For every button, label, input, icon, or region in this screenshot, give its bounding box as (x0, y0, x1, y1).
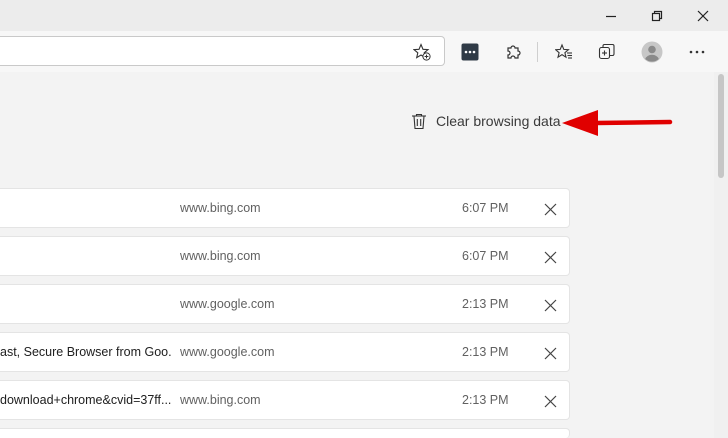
minimize-icon (606, 15, 616, 17)
favorite-add-icon (413, 42, 431, 61)
profile-button[interactable] (635, 31, 669, 72)
history-row[interactable]: download+chrome&cvid=37ff... www.bing.co… (0, 380, 570, 420)
close-icon (544, 251, 556, 263)
history-row-partial[interactable] (0, 428, 570, 438)
history-row-time: 6:07 PM (462, 249, 509, 263)
extensions-puzzle-icon (507, 44, 521, 59)
history-row-title[interactable]: download+chrome&cvid=37ff... (0, 381, 172, 419)
extension-badge-icon (461, 43, 479, 60)
close-icon (697, 10, 709, 21)
history-row-domain: www.google.com (180, 297, 275, 311)
minimize-button[interactable] (588, 0, 634, 31)
scrollbar-thumb[interactable] (718, 74, 724, 178)
history-row-time: 2:13 PM (462, 393, 509, 407)
vertical-scrollbar[interactable] (714, 72, 728, 438)
history-row-domain: www.bing.com (180, 393, 261, 407)
history-row[interactable]: www.bing.com 6:07 PM (0, 188, 570, 228)
more-options-icon (689, 50, 705, 53)
close-window-button[interactable] (680, 0, 726, 31)
toolbar-divider (537, 42, 538, 62)
browser-toolbar (0, 31, 728, 73)
history-row-time: 2:13 PM (462, 345, 509, 359)
history-row-domain: www.google.com (180, 345, 275, 359)
address-bar[interactable] (0, 36, 445, 66)
delete-row-button[interactable] (540, 247, 560, 267)
add-favorite-button[interactable] (405, 31, 439, 72)
extension-badge-button[interactable] (453, 31, 487, 72)
history-row-title[interactable] (0, 285, 172, 323)
title-bar (0, 0, 728, 32)
history-row-time: 2:13 PM (462, 297, 509, 311)
history-row-domain: www.bing.com (180, 249, 261, 263)
close-icon (544, 347, 556, 359)
collections-button[interactable] (590, 31, 624, 72)
close-icon (544, 203, 556, 215)
history-row-title[interactable] (0, 189, 172, 227)
collections-icon (598, 43, 615, 59)
more-options-button[interactable] (680, 31, 714, 72)
delete-row-button[interactable] (540, 199, 560, 219)
history-row-time: 6:07 PM (462, 201, 509, 215)
close-icon (544, 299, 556, 311)
favorites-icon (555, 43, 572, 59)
delete-row-button[interactable] (540, 391, 560, 411)
delete-row-button[interactable] (540, 295, 560, 315)
annotation-arrow (562, 110, 673, 136)
history-row-title[interactable]: ast, Secure Browser from Goo... (0, 333, 172, 371)
delete-row-button[interactable] (540, 343, 560, 363)
restore-button[interactable] (634, 0, 680, 31)
clear-browsing-data-label: Clear browsing data (436, 113, 561, 129)
history-row-title[interactable] (0, 237, 172, 275)
trash-icon (412, 113, 426, 130)
history-row[interactable]: ast, Secure Browser from Goo... www.goog… (0, 332, 570, 372)
favorites-button[interactable] (547, 31, 581, 72)
close-icon (544, 395, 556, 407)
restore-icon (651, 10, 663, 21)
history-row[interactable]: www.bing.com 6:07 PM (0, 236, 570, 276)
history-row-domain: www.bing.com (180, 201, 261, 215)
profile-avatar-icon (641, 41, 663, 62)
extensions-button[interactable] (497, 31, 531, 72)
clear-browsing-data-button[interactable]: Clear browsing data (410, 106, 561, 136)
history-row[interactable]: www.google.com 2:13 PM (0, 284, 570, 324)
